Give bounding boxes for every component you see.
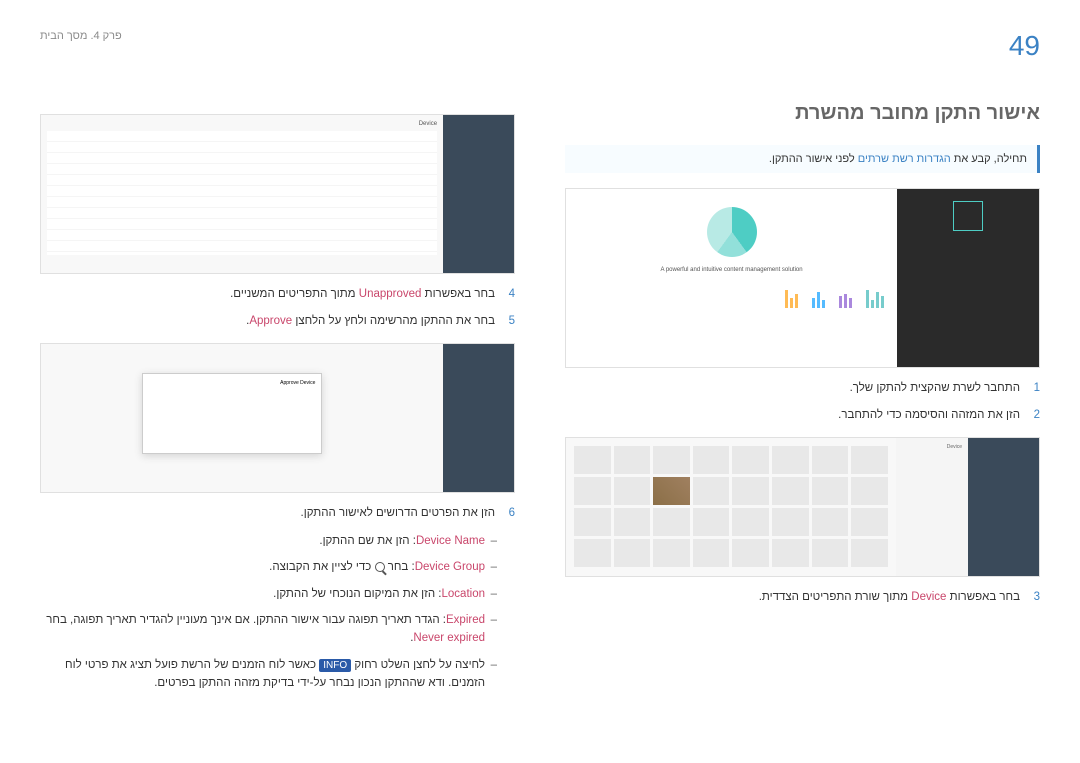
login-main: A powerful and intuitive content managem… xyxy=(566,189,897,367)
step-2: 2 הזן את המזהה והסיסמה כדי להתחבר. xyxy=(565,407,1040,424)
sub-device-group: Device Group: בחר כדי לציין את הקבוצה. xyxy=(40,558,497,576)
step-text: התחבר לשרת שהקצית להתקן שלך. xyxy=(850,380,1020,397)
sub-info: לחיצה על לחצן השלט רחוק INFO כאשר לוח הז… xyxy=(40,656,497,693)
tip-link: הגדרות רשת שרתים xyxy=(855,153,954,165)
list-sidebar xyxy=(443,115,514,273)
step-num: 3 xyxy=(1028,589,1040,606)
step-5: 5 בחר את ההתקן מהרשימה ולחץ על הלחצן App… xyxy=(40,313,515,330)
sub-location: Location: הזן את המיקום הנוכחי של ההתקן. xyxy=(40,585,497,603)
login-tagline: A powerful and intuitive content managem… xyxy=(574,267,889,273)
screenshot-unapproved: Device xyxy=(40,114,515,274)
tip-text-prefix: תחילה, קבע את xyxy=(954,153,1027,165)
step-text: בחר באפשרות Device מתוך שורת התפריטים הצ… xyxy=(759,589,1020,606)
tip-text-suffix: לפני אישור ההתקן. xyxy=(769,153,855,165)
chapter-label: פרק 4. מסך הבית xyxy=(40,30,122,42)
search-icon xyxy=(375,562,385,572)
step-num: 5 xyxy=(503,313,515,330)
step-num: 2 xyxy=(1028,407,1040,424)
step-6: 6 הזן את הפרטים הדרושים לאישור ההתקן. xyxy=(40,505,515,522)
page-number: 49 xyxy=(1009,30,1040,62)
step-num: 6 xyxy=(503,505,515,522)
grid-sidebar xyxy=(968,438,1039,576)
approve-sidebar xyxy=(443,344,514,492)
step-num: 4 xyxy=(503,286,515,303)
section-title: אישור התקן מחובר מהשרת xyxy=(565,102,1040,125)
sub-expired: Expired: הגדר תאריך תפוגה עבור אישור ההת… xyxy=(40,611,497,648)
step-4: 4 בחר באפשרות Unapproved מתוך התפריטים ה… xyxy=(40,286,515,303)
login-sidebar xyxy=(897,189,1039,367)
screenshot-login: A powerful and intuitive content managem… xyxy=(565,188,1040,368)
step-num: 1 xyxy=(1028,380,1040,397)
info-badge: INFO xyxy=(319,659,351,672)
step-text: הזן את הפרטים הדרושים לאישור ההתקן. xyxy=(301,505,495,522)
step-text: בחר באפשרות Unapproved מתוך התפריטים המש… xyxy=(230,286,495,303)
tip-box: תחילה, קבע את הגדרות רשת שרתים לפני אישו… xyxy=(565,145,1040,173)
screenshot-approve: Approve Device xyxy=(40,343,515,493)
sub-device-name: Device Name: הזן את שם ההתקן. xyxy=(40,532,497,550)
step-text: בחר את ההתקן מהרשימה ולחץ על הלחצן Appro… xyxy=(246,313,495,330)
step-text: הזן את המזהה והסיסמה כדי להתחבר. xyxy=(838,407,1020,424)
step-1: 1 התחבר לשרת שהקצית להתקן שלך. xyxy=(565,380,1040,397)
step-3: 3 בחר באפשרות Device מתוך שורת התפריטים … xyxy=(565,589,1040,606)
screenshot-device-grid: Device xyxy=(565,437,1040,577)
